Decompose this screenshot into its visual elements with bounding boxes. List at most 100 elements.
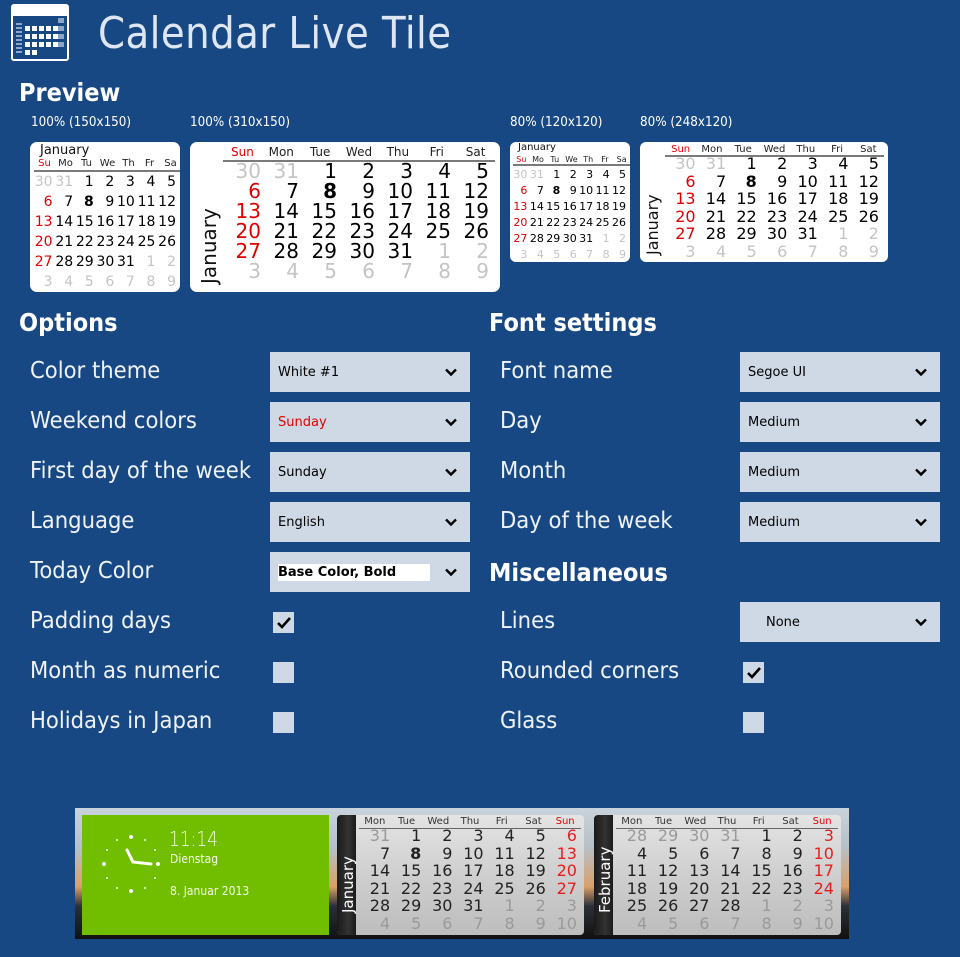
- day-cell: 5: [619, 168, 626, 181]
- day-cell: 1: [761, 826, 772, 845]
- clock-weekday: Dienstag: [170, 852, 219, 866]
- day-cell: 31: [579, 232, 594, 245]
- weekday-label: Mo: [58, 158, 73, 169]
- weekday-label: Tu: [81, 158, 92, 169]
- day-cell: 27: [675, 224, 696, 243]
- day-cell: 13: [689, 861, 710, 881]
- rounded-corners-checkbox[interactable]: [743, 662, 764, 683]
- day-cell: 17: [797, 189, 818, 208]
- day-cell: 2: [569, 168, 577, 181]
- app-calendar-icon: [10, 3, 70, 62]
- padding-day: 30: [513, 168, 528, 181]
- chevron-down-icon: [915, 518, 927, 527]
- weekend-colors-label: Weekend colors: [30, 408, 197, 434]
- day-cell: 11: [626, 861, 648, 881]
- today-cell: 8: [83, 194, 94, 210]
- day-cell: 3: [823, 826, 834, 845]
- chevron-down-icon: [445, 418, 457, 427]
- day-cell: 2: [362, 159, 375, 183]
- day-cell: 31: [117, 254, 135, 270]
- day-cell: 17: [387, 199, 413, 223]
- weekend-colors-select[interactable]: Sunday: [270, 402, 470, 442]
- day-cell: 12: [158, 194, 176, 210]
- today-cell: 8: [410, 843, 422, 863]
- lines-select[interactable]: None: [740, 602, 940, 642]
- glass-checkbox[interactable]: [743, 712, 764, 733]
- today-cell: 8: [745, 171, 757, 191]
- day-cell: 31: [387, 239, 413, 263]
- day-cell: 22: [546, 216, 561, 229]
- start-screen-sample: 11:14 Dienstag 8. Januar 2013 January Mo…: [75, 808, 849, 939]
- preview-label-150: 100% (150x150): [31, 115, 132, 130]
- day-cell: 2: [105, 174, 115, 190]
- tile-month-label: January: [40, 143, 90, 158]
- day-cell: 4: [636, 843, 648, 863]
- padding-day: 30: [675, 154, 696, 173]
- month-label: January: [339, 856, 357, 913]
- font-name-select[interactable]: Segoe UI: [740, 352, 940, 392]
- day-cell: 3: [473, 826, 484, 845]
- day-font-select[interactable]: Medium: [740, 402, 940, 442]
- padding-day: 31: [55, 174, 74, 190]
- holidays-japan-checkbox[interactable]: [273, 712, 294, 733]
- padding-day: 7: [125, 274, 135, 290]
- day-cell: 5: [668, 843, 679, 863]
- padding-days-checkbox[interactable]: [273, 612, 294, 633]
- day-cell: 14: [369, 861, 391, 881]
- day-cell: 8: [761, 843, 772, 863]
- day-grid: 30 31 1 2 3 4 5 6 7 8 9 10 11 12 13 14 15 16 17 18 19 20 21 22 2…: [223, 159, 495, 283]
- weekday-label: Fri: [831, 144, 844, 155]
- padding-day: 1: [504, 896, 515, 916]
- padding-day: 3: [43, 274, 53, 290]
- month-font-select[interactable]: Medium: [740, 452, 940, 492]
- chevron-down-icon: [445, 468, 457, 477]
- padding-day: 4: [286, 259, 299, 283]
- day-cell: 26: [612, 216, 626, 229]
- day-of-week-font-select[interactable]: Medium: [740, 502, 940, 542]
- day-cell: 19: [463, 199, 489, 223]
- color-theme-select[interactable]: White #1: [270, 352, 470, 392]
- padding-day: 2: [619, 232, 626, 245]
- day-cell: 15: [75, 214, 94, 230]
- day-cell: 17: [463, 861, 484, 881]
- language-select[interactable]: English: [270, 502, 470, 542]
- day-cell: 21: [705, 206, 727, 226]
- day-font-label: Day: [500, 408, 542, 434]
- day-cell: 19: [525, 861, 546, 881]
- day-cell: 28: [720, 896, 741, 916]
- day-cell: 1: [746, 154, 757, 173]
- day-cell: 20: [235, 219, 261, 243]
- day-cell: 24: [813, 878, 834, 898]
- day-cell: 21: [273, 219, 299, 243]
- day-cell: 15: [751, 861, 772, 881]
- select-value: Base Color, Bold: [278, 563, 430, 581]
- day-cell: 21: [529, 216, 544, 229]
- month-numeric-checkbox[interactable]: [273, 662, 294, 683]
- day-cell: 4: [838, 154, 849, 173]
- padding-day: 9: [167, 274, 176, 290]
- day-cell: 23: [562, 216, 577, 229]
- today-color-label: Today Color: [30, 558, 154, 584]
- select-value: Medium: [748, 414, 800, 430]
- padding-day: 9: [476, 259, 489, 283]
- day-cell: 11: [595, 184, 610, 197]
- clock-tile: 11:14 Dienstag 8. Januar 2013: [82, 815, 329, 935]
- first-day-label: First day of the week: [30, 458, 252, 484]
- padding-day: 28: [626, 826, 648, 845]
- padding-day: 6: [105, 274, 115, 290]
- day-cell: 16: [432, 861, 453, 881]
- day-cell: 9: [442, 843, 453, 863]
- first-day-select[interactable]: Sunday: [270, 452, 470, 492]
- day-cell: 23: [349, 219, 375, 243]
- day-cell: 29: [546, 232, 561, 245]
- day-cell: 9: [362, 179, 375, 203]
- day-cell: 24: [797, 206, 818, 226]
- today-color-select[interactable]: Base Color, Bold: [270, 552, 470, 592]
- weekday-label: Tu: [550, 155, 560, 164]
- padding-day: 6: [569, 248, 577, 261]
- padding-day: 7: [586, 248, 594, 261]
- day-cell: 17: [813, 861, 834, 881]
- preview-label-310: 100% (310x150): [190, 115, 291, 130]
- select-value: None: [766, 614, 800, 630]
- padding-day: 6: [442, 913, 453, 933]
